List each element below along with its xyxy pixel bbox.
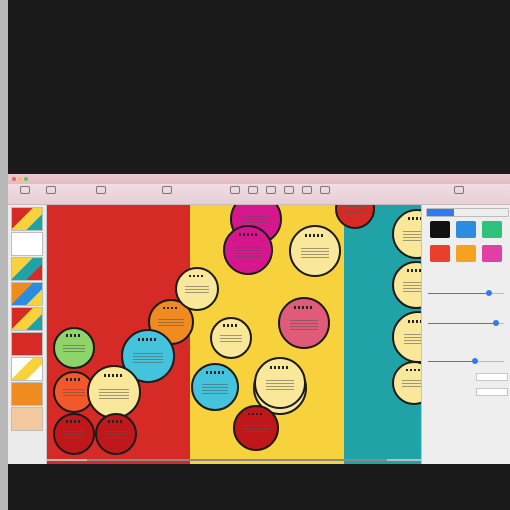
slide-thumbnail-8[interactable] — [11, 382, 43, 406]
bubble-text-lines — [344, 206, 366, 215]
slider-thumb[interactable] — [485, 290, 492, 296]
bubble-text-lines — [104, 431, 128, 440]
slider-thumb[interactable] — [493, 320, 500, 326]
media-icon — [302, 186, 312, 194]
slide-thumbnail-2[interactable] — [11, 232, 43, 256]
inspector-tabs — [426, 208, 509, 217]
bubble-text-lines — [243, 425, 269, 435]
tab-text[interactable] — [454, 209, 481, 216]
app-window — [8, 174, 510, 464]
toolbar-zoom-button[interactable] — [40, 186, 62, 196]
slide-canvas[interactable] — [47, 205, 421, 464]
left-edge-strip — [0, 0, 8, 510]
inspector-slider-1[interactable] — [428, 290, 504, 296]
shape-icon — [284, 186, 294, 194]
bubble-shape-18[interactable] — [233, 405, 279, 451]
view-icon — [20, 186, 30, 194]
zoom-window-button[interactable] — [24, 177, 28, 181]
slide-thumbnail-4[interactable] — [11, 282, 43, 306]
slider-fill — [428, 323, 497, 324]
zoom-icon — [46, 186, 56, 194]
inspector-slider-3[interactable] — [428, 358, 504, 364]
bubble-text-lines — [300, 247, 330, 259]
bubble-text-lines — [219, 335, 243, 344]
slide-thumbnail-6[interactable] — [11, 332, 43, 356]
bubble-shape-4[interactable] — [278, 297, 330, 349]
bubble-shape-5[interactable] — [210, 317, 252, 359]
slide-thumbnail-7[interactable] — [11, 357, 43, 381]
bubble-text-lines — [403, 333, 421, 345]
bubble-shape-16[interactable] — [191, 363, 239, 411]
bubble-shape-3[interactable] — [289, 225, 341, 277]
toolbar-format-button[interactable] — [448, 186, 470, 196]
bubble-shape-11[interactable] — [53, 413, 95, 455]
title-bar — [8, 174, 510, 184]
bubble-text-lines — [99, 388, 129, 400]
top-dark-area — [8, 0, 510, 174]
bubble-shape-2[interactable] — [223, 225, 273, 275]
slider-fill — [428, 361, 476, 362]
toolbar-view-button[interactable] — [14, 186, 36, 196]
horizontal-scrollbar[interactable] — [47, 459, 421, 461]
comment-icon — [320, 186, 330, 194]
style-swatch-1[interactable] — [430, 221, 450, 238]
text-icon — [266, 186, 276, 194]
bubble-text-lines — [402, 380, 421, 389]
minimize-window-button[interactable] — [18, 177, 22, 181]
bubble-shape-10[interactable] — [87, 365, 141, 419]
format-icon — [454, 186, 464, 194]
add-slide-icon — [96, 186, 106, 194]
style-swatch-3[interactable] — [482, 221, 502, 238]
bubble-shape-12[interactable] — [95, 413, 137, 455]
bubble-text-lines — [402, 281, 421, 292]
slide-thumbnail-1[interactable] — [11, 207, 43, 231]
chart-icon — [248, 186, 258, 194]
slider-fill — [428, 293, 489, 294]
bubble-text-lines — [201, 383, 229, 394]
slide-thumbnail-9[interactable] — [11, 407, 43, 431]
scrollbar-knob[interactable] — [87, 459, 387, 461]
close-window-button[interactable] — [12, 177, 16, 181]
inspector-slider-2[interactable] — [428, 320, 504, 326]
inspector-field-2[interactable] — [476, 388, 508, 396]
slide-thumbnail-panel — [8, 205, 47, 464]
play-icon — [162, 186, 172, 194]
tab-style[interactable] — [427, 209, 454, 216]
bubble-shape-17[interactable] — [254, 357, 306, 409]
bubble-shape-13[interactable] — [175, 267, 219, 311]
bubble-text-lines — [158, 319, 184, 329]
style-swatch-6[interactable] — [482, 245, 502, 262]
style-swatch-2[interactable] — [456, 221, 476, 238]
slide-thumbnail-3[interactable] — [11, 257, 43, 281]
bubble-text-lines — [62, 431, 86, 440]
bubble-text-lines — [62, 345, 86, 354]
bubble-text-lines — [185, 286, 209, 295]
inspector-field-1[interactable] — [476, 373, 508, 381]
bubble-text-lines — [133, 352, 163, 364]
slide-thumbnail-5[interactable] — [11, 307, 43, 331]
toolbar — [8, 184, 510, 205]
style-swatch-4[interactable] — [430, 245, 450, 262]
toolbar-comment-button[interactable] — [314, 186, 336, 196]
tab-arrange[interactable] — [481, 209, 508, 216]
toolbar-play-button[interactable] — [156, 186, 178, 196]
format-inspector-panel — [421, 205, 510, 464]
bubble-text-lines — [62, 389, 86, 398]
toolbar-add-slide-button[interactable] — [90, 186, 112, 196]
bubble-text-lines — [403, 230, 421, 241]
bubble-text-lines — [289, 319, 319, 331]
bubble-shape-8[interactable] — [53, 327, 95, 369]
slider-thumb[interactable] — [472, 358, 479, 364]
bubble-text-lines — [234, 246, 262, 257]
bottom-dark-area — [8, 464, 510, 510]
table-icon — [230, 186, 240, 194]
bubble-text-lines — [265, 379, 295, 391]
style-swatch-5[interactable] — [456, 245, 476, 262]
